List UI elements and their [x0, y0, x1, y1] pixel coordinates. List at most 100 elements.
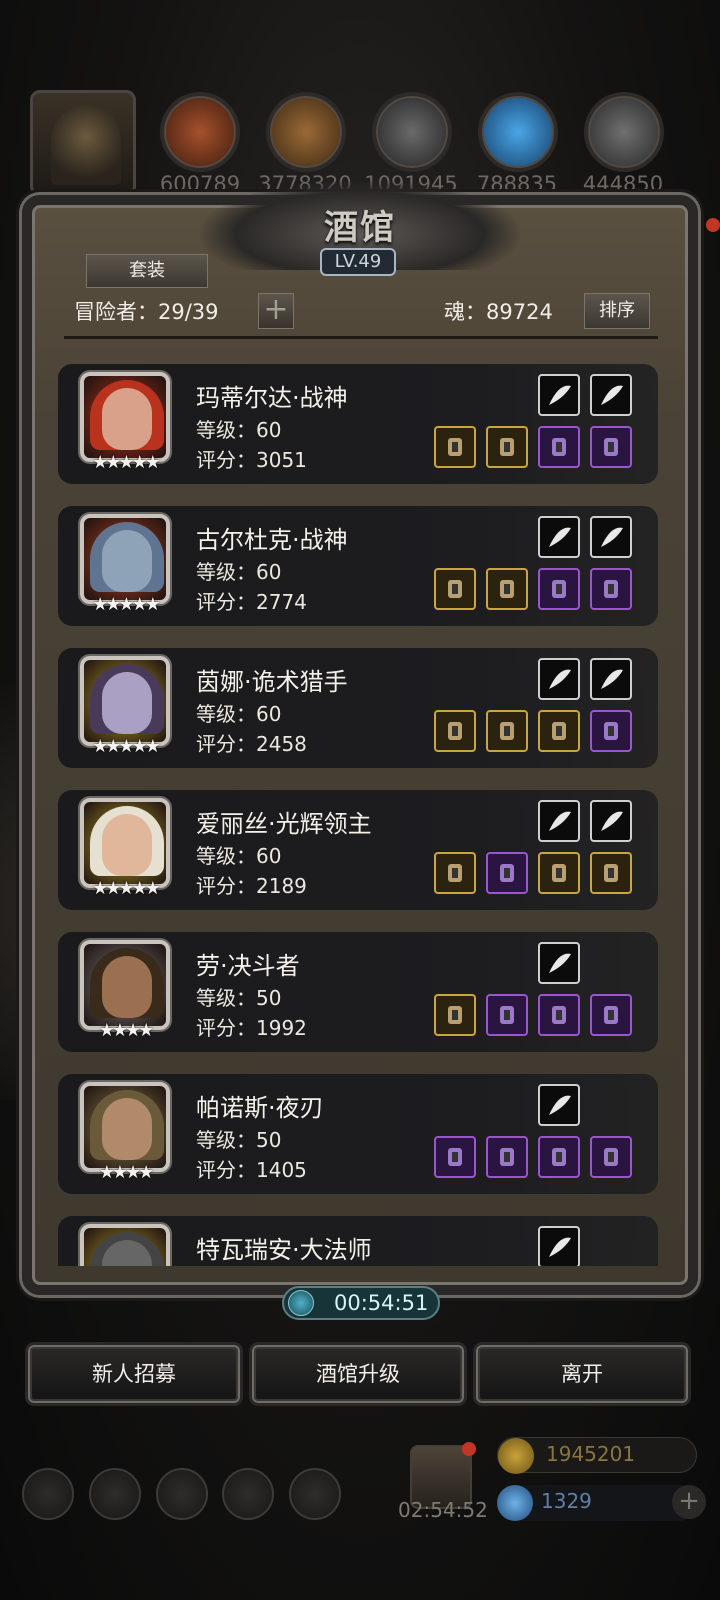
- equipment-slot[interactable]: [538, 852, 580, 894]
- hero-card[interactable]: 特瓦瑞安·大法师: [58, 1216, 658, 1266]
- mail-icon[interactable]: [222, 1468, 274, 1520]
- gold-value: 1945201: [546, 1442, 636, 1466]
- player-portrait[interactable]: [30, 90, 136, 196]
- quest-icon[interactable]: [289, 1468, 341, 1520]
- guild-icon[interactable]: [156, 1468, 208, 1520]
- equipment-slot[interactable]: [486, 426, 528, 468]
- gold-coin-icon: [498, 1438, 534, 1474]
- helmet-icon: [500, 722, 514, 740]
- equipment-slot[interactable]: [538, 994, 580, 1036]
- equipment-slot[interactable]: [486, 852, 528, 894]
- equipment-slot[interactable]: [590, 852, 632, 894]
- skill-icon: [549, 953, 571, 973]
- equipment-slot[interactable]: [434, 1136, 476, 1178]
- accessory-icon: [552, 722, 566, 740]
- hero-card[interactable]: ★★★★ 劳·决斗者 等级：50 评分：1992: [58, 932, 658, 1052]
- weapon-icon: [604, 438, 618, 456]
- add-gems-button[interactable]: +: [672, 1485, 706, 1519]
- equipment-slot[interactable]: [590, 710, 632, 752]
- skill-icon: [549, 1237, 571, 1257]
- equipment-slot[interactable]: [590, 568, 632, 610]
- hero-card[interactable]: ★★★★★ 古尔杜克·战神 等级：60 评分：2774: [58, 506, 658, 626]
- iron-value: 444850: [582, 172, 664, 196]
- skill-slot[interactable]: [590, 800, 632, 842]
- hero-card[interactable]: ★★★★★ 茵娜·诡术猎手 等级：60 评分：2458: [58, 648, 658, 768]
- soul-counter: 魂：89724: [444, 300, 553, 324]
- hero-card[interactable]: ★★★★★ 玛蒂尔达·战神 等级：60 评分：3051: [58, 364, 658, 484]
- gem-counter: 1329: [497, 1485, 697, 1521]
- skill-slot[interactable]: [590, 516, 632, 558]
- hero-score: 评分：1992: [196, 1016, 307, 1040]
- skill-icon: [549, 669, 571, 689]
- hero-avatar[interactable]: [80, 940, 170, 1030]
- weapon-icon: [604, 722, 618, 740]
- hero-card[interactable]: ★★★★ 帕诺斯·夜刃 等级：50 评分：1405: [58, 1074, 658, 1194]
- hero-stars: ★★★★★: [92, 736, 161, 757]
- equipment-slot[interactable]: [538, 426, 580, 468]
- hero-name: 特瓦瑞安·大法师: [196, 1236, 372, 1264]
- equipment-slot[interactable]: [538, 710, 580, 752]
- hero-card[interactable]: ★★★★★ 爱丽丝·光辉领主 等级：60 评分：2189: [58, 790, 658, 910]
- accessory-icon: [552, 1148, 566, 1166]
- recruit-button[interactable]: 新人招募: [28, 1345, 240, 1403]
- skill-slot[interactable]: [538, 1084, 580, 1126]
- equipment-slot[interactable]: [538, 568, 580, 610]
- skill-slot[interactable]: [538, 1226, 580, 1266]
- hero-list[interactable]: ★★★★★ 玛蒂尔达·战神 等级：60 评分：3051 ★★★★★ 古尔杜克·战神 等级：6…: [44, 342, 676, 1266]
- equipment-slot[interactable]: [486, 568, 528, 610]
- header-divider: [64, 336, 658, 339]
- gear-icon: [448, 722, 462, 740]
- helmet-icon: [500, 1006, 514, 1024]
- equipment-slot[interactable]: [434, 568, 476, 610]
- equipment-slot[interactable]: [590, 426, 632, 468]
- crystal-resource-icon: [478, 92, 558, 172]
- hero-avatar[interactable]: [80, 372, 170, 462]
- upgrade-tavern-button[interactable]: 酒馆升级: [252, 1345, 464, 1403]
- gift-timer: 02:54:52: [398, 1498, 488, 1522]
- hero-avatar[interactable]: [80, 1224, 170, 1266]
- tavern-level-badge: LV.49: [320, 248, 396, 276]
- hero-avatar[interactable]: [80, 514, 170, 604]
- accessory-icon: [552, 864, 566, 882]
- equipment-slot[interactable]: [434, 994, 476, 1036]
- hero-avatar[interactable]: [80, 798, 170, 888]
- gear-icon: [448, 1148, 462, 1166]
- expand-capacity-button[interactable]: +: [258, 293, 294, 329]
- meat-resource-icon: [160, 92, 240, 172]
- skill-icon: [549, 1095, 571, 1115]
- sort-button[interactable]: 排序: [584, 293, 650, 329]
- equipment-slot[interactable]: [486, 994, 528, 1036]
- skill-slot[interactable]: [538, 374, 580, 416]
- equipment-slot[interactable]: [590, 1136, 632, 1178]
- skill-slot[interactable]: [538, 800, 580, 842]
- skill-slot[interactable]: [538, 516, 580, 558]
- equipment-slot[interactable]: [538, 1136, 580, 1178]
- equipment-slot[interactable]: [486, 1136, 528, 1178]
- weapon-icon: [604, 580, 618, 598]
- panel-title: 酒馆: [324, 208, 396, 248]
- leave-button[interactable]: 离开: [476, 1345, 688, 1403]
- equipment-slot[interactable]: [434, 710, 476, 752]
- skill-slot[interactable]: [590, 374, 632, 416]
- hero-stars: ★★★★: [98, 1162, 155, 1183]
- skill-slot[interactable]: [590, 658, 632, 700]
- hero-score: 评分：2774: [196, 590, 307, 614]
- skill-slot[interactable]: [538, 658, 580, 700]
- skill-slot[interactable]: [538, 942, 580, 984]
- gear-icon: [448, 864, 462, 882]
- equipment-slot[interactable]: [434, 426, 476, 468]
- hero-avatar[interactable]: [80, 656, 170, 746]
- skill-icon: [549, 811, 571, 831]
- gift-notification-dot: [462, 1442, 476, 1456]
- equipment-set-button[interactable]: 套装: [86, 254, 208, 288]
- weapon-icon: [604, 1148, 618, 1166]
- timer-value: 00:54:51: [334, 1291, 429, 1315]
- equipment-slot[interactable]: [486, 710, 528, 752]
- settings-gear-icon[interactable]: [22, 1468, 74, 1520]
- hero-name: 爱丽丝·光辉领主: [196, 810, 372, 838]
- iron-resource-icon: [584, 92, 664, 172]
- equipment-slot[interactable]: [590, 994, 632, 1036]
- hero-avatar[interactable]: [80, 1082, 170, 1172]
- equipment-slot[interactable]: [434, 852, 476, 894]
- achievement-icon[interactable]: [89, 1468, 141, 1520]
